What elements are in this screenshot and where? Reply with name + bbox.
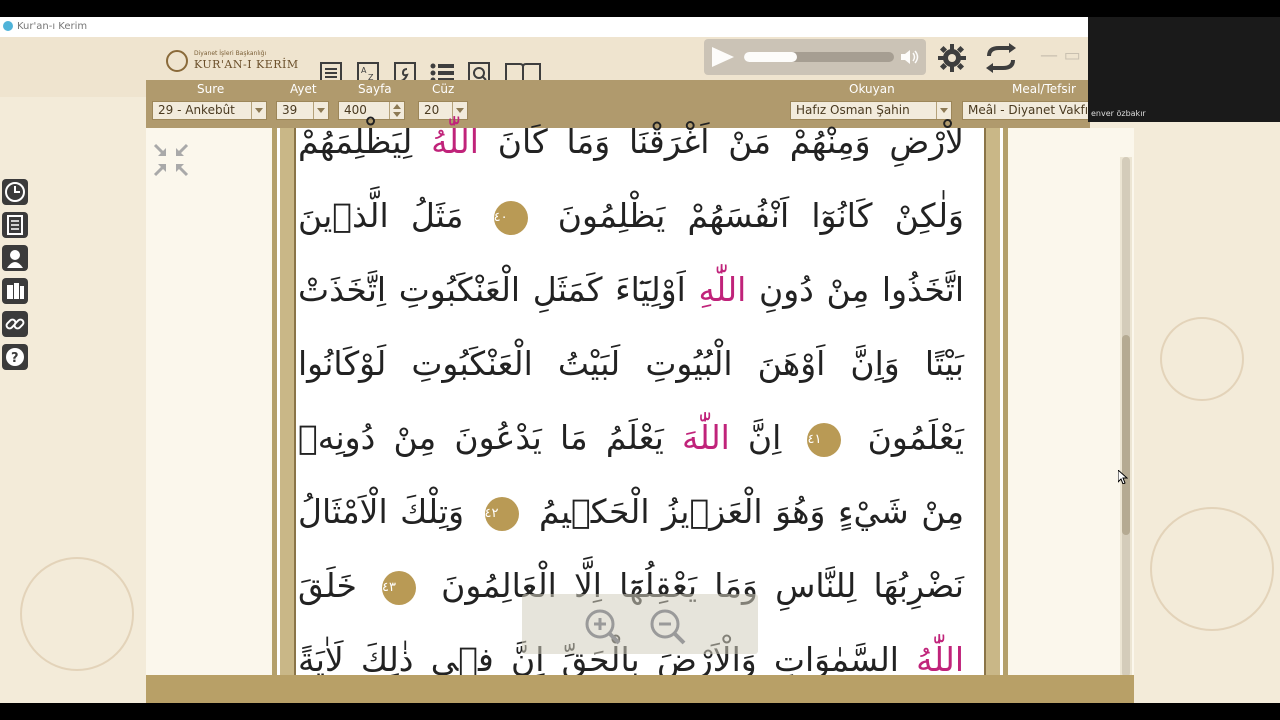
app-icon (3, 21, 13, 31)
quran-line: ﻣِﻦْ ﺷَﻲْءٍ ﻭَﻫُﻮَ ﺍﻟْﻌَﺰٖﻳﺰُ ﺍﻟْﺤَﻜٖﻴﻢُ… (298, 482, 984, 542)
audio-progress[interactable] (744, 52, 894, 62)
vertical-scrollbar[interactable] (1120, 157, 1132, 685)
logo-line2: KUR'AN-I KERİM (194, 58, 299, 71)
webcam-name: enver özbakır (1091, 109, 1146, 118)
books-icon[interactable] (2, 278, 28, 304)
ayet-label: Ayet (290, 82, 317, 96)
mouse-cursor-icon (1118, 470, 1128, 484)
ayet-value: 39 (282, 103, 298, 117)
okuyan-label: Okuyan (849, 82, 895, 96)
background-ornament (20, 557, 134, 671)
quran-line: ﺍﺗَّﺨَﺬُﻭﺍ ﻣِﻦْ ﺩُﻭﻥِ ﺍﻟﻠّٰﻪِ ﺍَﻭْﻟِﻴَٓﺎ… (298, 260, 984, 320)
background-ornament (1150, 507, 1274, 631)
verse-text: ﻳَﻌْﻠَﻤُﻮﻥَ (849, 418, 964, 457)
verse-text: ﻟِﻴَﻈْﻠِﻤَﻬُﻢْ (298, 122, 432, 161)
logo-line1: Diyanet İşleri Başkanlığı (194, 50, 267, 57)
verse-text: ﻻْﺭْﺽِ ﻭَﻣِﻨْﻬُﻢْ ﻣَﻦْ ﺍَﻏْﺮَﻗْﻨَﺎ ﻭَﻣَﺎ… (478, 122, 964, 161)
window-controls[interactable]: — ▭ (1040, 45, 1090, 66)
verse-number-marker: ٤٢ (484, 496, 519, 531)
verse-text: ﻭَﺗِﻠْﻚَ ﺍﻟْﺎَﻣْﺜَﺎﻝُ (298, 492, 477, 531)
sure-select[interactable]: 29 - Ankebût (152, 101, 267, 120)
volume-icon[interactable] (900, 49, 920, 65)
chevron-down-icon (251, 102, 266, 119)
bottom-strip (146, 675, 1134, 703)
sayfa-label: Sayfa (358, 82, 392, 96)
window-titlebar: Kur'an-ı Kerim (0, 17, 1090, 37)
quran-line: ﻻْﺭْﺽِ ﻭَﻣِﻨْﻬُﻢْ ﻣَﻦْ ﺍَﻏْﺮَﻗْﻨَﺎ ﻭَﻣَﺎ… (298, 112, 984, 172)
svg-text:?: ? (11, 351, 19, 366)
verse-number-marker: ٤٣ (382, 570, 417, 605)
sure-value: 29 - Ankebût (158, 103, 235, 117)
verse-number-marker: ٤٠ (493, 200, 528, 235)
logo: Diyanet İşleri Başkanlığı KUR'AN-I KERİM (166, 49, 299, 75)
screen-top-border (0, 0, 1280, 17)
quran-line: ﻳَﻌْﻠَﻤُﻮﻥَ ٤١ ﺍِﻥَّ ﺍﻟﻠّٰﻪَ ﻳَﻌْﻠَﻢُ ﻣَ… (298, 408, 984, 468)
shrink-icon[interactable] (152, 142, 190, 178)
verse-text: ﻣَﺜَﻞُ ﺍﻟَّﺬٖﻳﻦَ (298, 196, 486, 235)
zoom-in-icon[interactable] (582, 606, 622, 646)
divine-name-text: ﺍﻟﻠّٰﻪُ (916, 640, 964, 679)
zoom-controls (522, 594, 758, 654)
background-ornament (1160, 317, 1244, 401)
audio-player (704, 39, 926, 75)
verse-text: ﻳَﻌْﻠَﻢُ ﻣَﺎ ﻳَﺪْﻋُﻮﻥَ ﻣِﻦْ ﺩُﻭﻧِﻪٖ (298, 418, 682, 457)
person-icon[interactable] (2, 245, 28, 271)
notes-icon[interactable] (2, 212, 28, 238)
repeat-icon[interactable] (983, 42, 1019, 74)
cuz-label: Cüz (432, 82, 455, 96)
divine-name-text: ﺍﻟﻠّٰﻪِ (698, 270, 747, 309)
divine-name-text: ﺍﻟﻠّٰﻪُ (431, 122, 479, 161)
verse-number-marker: ٤١ (807, 422, 842, 457)
meal-value: Meâl - Diyanet Vakfı (968, 103, 1089, 117)
clock-icon[interactable] (2, 179, 28, 205)
screen-bottom-border (0, 703, 1280, 720)
scrollbar-thumb[interactable] (1122, 335, 1130, 535)
verse-text: ﺍﺗَّﺨَﺬُﻭﺍ ﻣِﻦْ ﺩُﻭﻥِ (746, 270, 965, 309)
verse-text: ﻭَﻟٰﻜِﻦْ ﻛَﺎﻧُﻮٓﺍ ﺍَﻧْﻔُﺴَﻬُﻢْ ﻳَﻈْﻠِﻤُﻮ… (535, 196, 964, 235)
verse-text: ﻣِﻦْ ﺷَﻲْءٍ ﻭَﻫُﻮَ ﺍﻟْﻌَﺰٖﻳﺰُ ﺍﻟْﺤَﻜٖﻴﻢُ (526, 492, 964, 531)
sure-label: Sure (197, 82, 225, 96)
divine-name-text: ﺍﻟﻠّٰﻪَ (681, 418, 730, 457)
link-icon[interactable] (2, 311, 28, 337)
gear-icon[interactable] (937, 43, 967, 73)
window-title: Kur'an-ı Kerim (17, 21, 88, 32)
audio-progress-fill (744, 52, 797, 62)
zoom-out-icon[interactable] (647, 606, 687, 646)
meal-label: Meal/Tefsir (1012, 82, 1076, 96)
verse-text: ﺍِﻥَّ (729, 418, 800, 457)
play-icon[interactable] (712, 47, 734, 67)
svg-text:A: A (361, 66, 367, 75)
verse-text: ﺧَﻠَﻖَ (298, 566, 375, 605)
quran-line: ﺑَﻴْﺘًﺎ ﻭَﺍِﻥَّ ﺍَﻭْﻫَﻦَ ﺍﻟْﺒُﻴُﻮﺕِ ﻟَﺒَ… (298, 334, 984, 394)
emblem-icon (166, 50, 188, 72)
help-icon[interactable]: ? (2, 344, 28, 370)
webcam-overlay: enver özbakır (1088, 17, 1280, 122)
verse-text: ﺍَﻭْﻟِﻴَٓﺎءَ ﻛَﻤَﺜَﻞِ ﺍﻟْﻌَﻨْﻜَﺒُﻮﺕِ ﺍِﺗ… (298, 270, 699, 309)
quran-line: ﻭَﻟٰﻜِﻦْ ﻛَﺎﻧُﻮٓﺍ ﺍَﻧْﻔُﺴَﻬُﻢْ ﻳَﻈْﻠِﻤُﻮ… (298, 186, 984, 246)
verse-text: ﺑَﻴْﺘًﺎ ﻭَﺍِﻥَّ ﺍَﻭْﻫَﻦَ ﺍﻟْﺒُﻴُﻮﺕِ ﻟَﺒَ… (298, 344, 964, 383)
